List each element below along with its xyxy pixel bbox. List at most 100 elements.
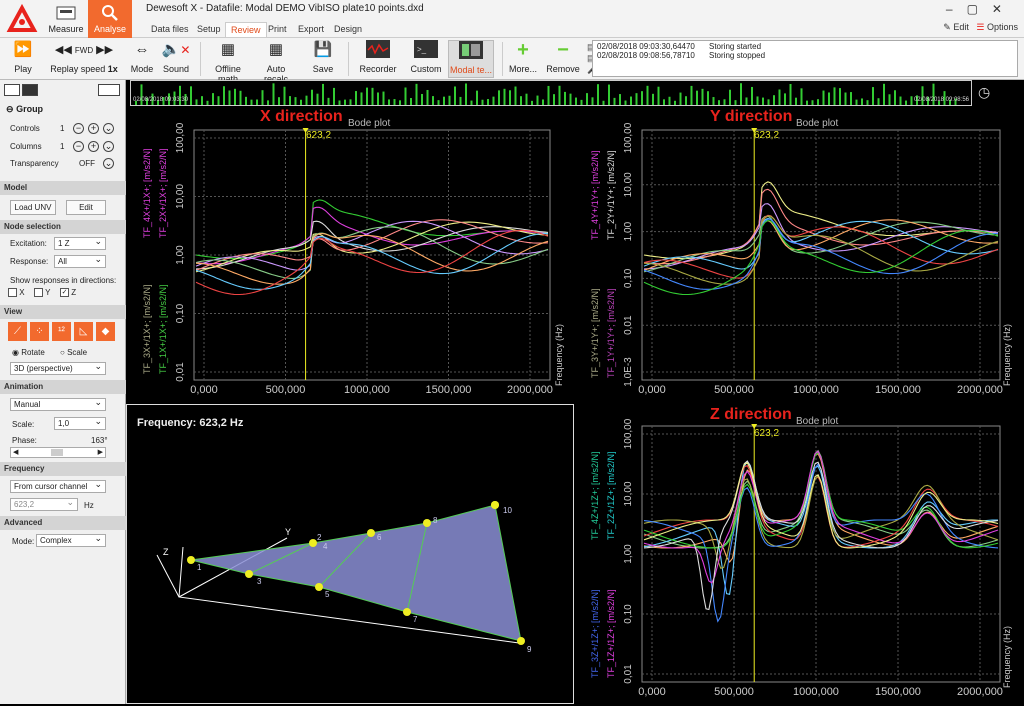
play-button[interactable]: ⏩ Play <box>6 40 40 78</box>
auto-recalc-button[interactable]: ▦ Auto recalc <box>254 40 298 84</box>
response-select[interactable]: All <box>54 254 106 268</box>
model-edit-button[interactable]: Edit <box>66 200 106 215</box>
y-tick-label: 1,00 <box>623 221 634 241</box>
frequency-section-header: Frequency <box>0 462 126 476</box>
edit-icon[interactable]: ✎ <box>943 22 951 32</box>
overview-bar <box>630 96 632 105</box>
overview-bar <box>789 84 792 105</box>
controls-plus-button[interactable]: + <box>88 123 99 134</box>
scale-radio[interactable]: ○ Scale <box>60 348 87 357</box>
options-link[interactable]: Options <box>987 22 1018 32</box>
measure-mode-button[interactable]: Measure <box>44 0 88 38</box>
columns-plus-button[interactable]: + <box>88 141 99 152</box>
tab-design[interactable]: Design <box>329 22 367 36</box>
overview-bar <box>800 88 803 105</box>
anim-scale-input[interactable]: 1,0 <box>54 416 106 430</box>
event-row: 02/08/2018 09:03:30,64470 Storing started <box>597 42 1013 51</box>
controls-dropdown-button[interactable]: ⌄ <box>103 123 114 134</box>
overview-bar <box>553 94 555 105</box>
surface-view-icon[interactable]: ◆ <box>96 322 115 341</box>
overview-bar <box>399 100 401 105</box>
rewind-icon[interactable]: ◀◀ <box>55 44 72 56</box>
overview-bar <box>674 100 676 105</box>
save-button[interactable]: 💾 Save <box>304 40 342 78</box>
columns-dropdown-button[interactable]: ⌄ <box>103 141 114 152</box>
overview-bar <box>470 100 473 105</box>
recorder-button[interactable]: Recorder <box>356 40 400 78</box>
wireframe-view-icon[interactable]: ◺ <box>74 322 93 341</box>
custom-button[interactable]: >_ Custom <box>406 40 446 78</box>
forward-icon[interactable]: ▶▶ <box>96 44 113 56</box>
dewesoft-logo[interactable] <box>0 0 44 38</box>
overview-bar <box>520 96 522 105</box>
tab-print[interactable]: Print <box>263 22 292 36</box>
advanced-mode-select[interactable]: Complex <box>36 533 106 547</box>
tab-review[interactable]: Review <box>225 22 267 37</box>
model-node[interactable] <box>423 519 431 527</box>
model-node[interactable] <box>491 501 499 509</box>
phase-value: 163° <box>91 436 108 445</box>
offline-math-button[interactable]: ▦ Offline math <box>204 40 252 84</box>
excitation-select[interactable]: 1 Z <box>54 236 106 250</box>
panel-view-icons[interactable] <box>4 84 120 98</box>
controls-minus-button[interactable]: − <box>73 123 84 134</box>
y-direction-plot[interactable]: Y direction Bode plot 623,2 TF_4Y+/1Y+; … <box>578 108 1024 402</box>
sound-button[interactable]: 🔈✕ Sound <box>160 40 192 78</box>
model-node[interactable] <box>403 608 411 616</box>
projection-select[interactable]: 3D (perspective) <box>10 361 106 375</box>
more-button[interactable]: + More... <box>506 40 540 78</box>
frequency-value-input[interactable]: 623,2 <box>10 497 78 511</box>
frequency-source-select[interactable]: From cursor channel <box>10 479 106 493</box>
overview-bar <box>751 86 753 105</box>
numbers-view-icon[interactable]: ¹² <box>52 322 71 341</box>
analyse-mode-button[interactable]: Analyse <box>88 0 132 38</box>
columns-value: 1 <box>60 142 65 151</box>
transparency-value[interactable]: OFF <box>79 159 95 168</box>
y-tick-label: 0,10 <box>623 604 634 624</box>
load-unv-button[interactable]: Load UNV <box>10 200 56 215</box>
model-node[interactable] <box>309 539 317 547</box>
sound-label: Sound <box>162 64 190 74</box>
direction-z-checkbox[interactable]: ✓ Z <box>60 288 76 298</box>
overview-bar <box>586 93 588 105</box>
model-node[interactable] <box>187 556 195 564</box>
keyboard-icon <box>98 84 120 96</box>
group-header[interactable]: ⊖ Group <box>6 104 43 115</box>
clock-icon[interactable]: ◷ <box>978 84 990 101</box>
tab-export[interactable]: Export <box>293 22 329 36</box>
z-direction-plot[interactable]: Z direction Bode plot 623,2 TF_4Z+/1Z+; … <box>578 404 1024 704</box>
animation-mode-select[interactable]: Manual <box>10 397 106 411</box>
tab-setup[interactable]: Setup <box>192 22 226 36</box>
model-node[interactable] <box>245 570 253 578</box>
columns-minus-button[interactable]: − <box>73 141 84 152</box>
replay-controls[interactable]: ◀◀ FWD ▶▶ Replay speed 1x <box>44 40 124 78</box>
direction-x-checkbox[interactable]: X <box>8 288 25 298</box>
options-icon[interactable]: ☰ <box>976 22 984 32</box>
overview-bar <box>613 97 616 105</box>
x-tick-label: 1000,000 <box>344 384 390 396</box>
overview-bar <box>734 100 737 105</box>
replay-speed-value[interactable]: 1x <box>108 64 118 74</box>
phase-slider[interactable]: ◀ ▶ <box>10 447 106 458</box>
mode-button[interactable]: ⇔ Mode <box>126 40 158 78</box>
model-node[interactable] <box>517 637 525 645</box>
mode-label: Mode <box>130 64 154 74</box>
x-direction-plot[interactable]: X direction Bode plot 623,2 TF_4X+/1X+; … <box>130 108 574 402</box>
overview-timeline[interactable]: 02/08/2018 09:03:30 02/08/2018 09:08:56 <box>130 80 972 106</box>
tab-data-files[interactable]: Data files <box>146 22 194 36</box>
anim-scale-label: Scale: <box>12 420 35 429</box>
modal-test-button[interactable]: Modal te... <box>448 40 494 78</box>
model-node[interactable] <box>315 583 323 591</box>
model-node[interactable] <box>367 529 375 537</box>
remove-button[interactable]: − Remove <box>544 40 582 78</box>
slider-right-icon: ▶ <box>97 449 103 456</box>
y-tick-label: 0,01 <box>175 362 186 382</box>
edit-link[interactable]: Edit <box>953 22 969 32</box>
modal-3d-view[interactable]: 1 2 3 4 5 6 7 8 9 10 Y Z <box>126 404 574 704</box>
points-view-icon[interactable]: ⁘ <box>30 322 49 341</box>
rotate-radio[interactable]: ◉ Rotate <box>12 348 45 357</box>
direction-y-checkbox[interactable]: Y <box>34 288 50 298</box>
axes-view-icon[interactable]: ⟋ <box>8 322 27 341</box>
window-controls[interactable]: –▢✕ <box>946 2 1016 16</box>
transparency-dropdown-button[interactable]: ⌄ <box>103 158 114 169</box>
